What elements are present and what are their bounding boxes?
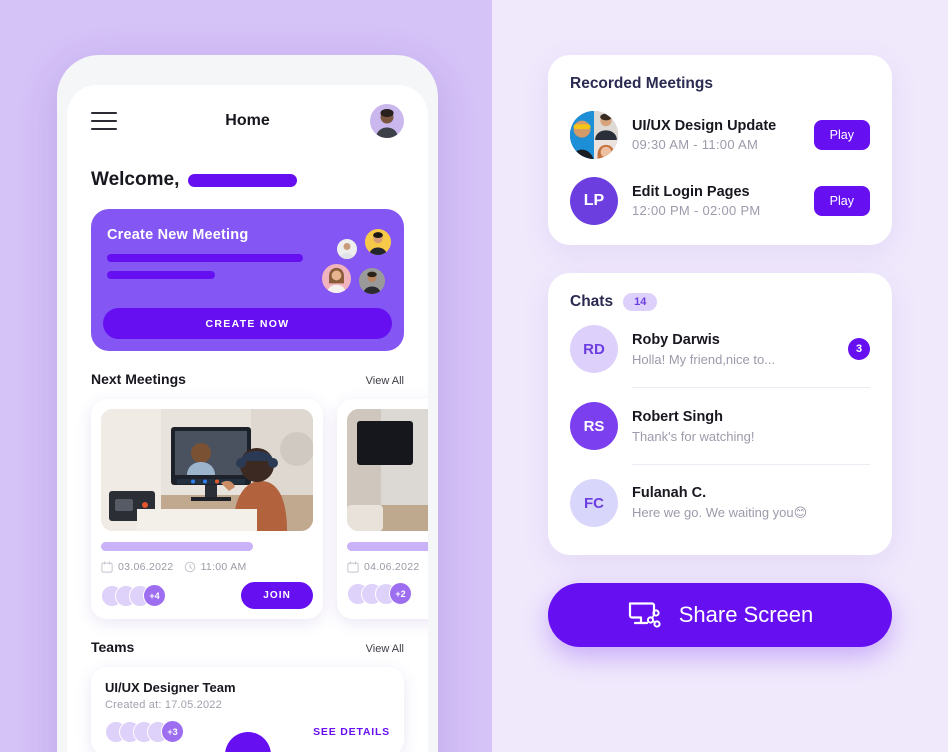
placeholder-bar-2 xyxy=(107,271,215,279)
next-meetings-title: Next Meetings xyxy=(91,371,186,387)
team-name: UI/UX Designer Team xyxy=(105,680,236,695)
collage-tile-2 xyxy=(591,111,618,140)
meeting-time: 11:00 AM xyxy=(184,561,247,573)
meeting-collage-avatar xyxy=(570,111,618,159)
participant-avatar-3 xyxy=(320,262,353,295)
recorded-meetings-panel: Recorded Meetings UI/UX Design Update 09… xyxy=(548,55,892,245)
meeting-time-text: 11:00 AM xyxy=(200,561,247,573)
next-meetings-header: Next Meetings View All xyxy=(91,371,404,387)
chat-preview-message: Holla! My friend,nice to... xyxy=(632,351,776,367)
screen-share-icon xyxy=(628,602,661,628)
meeting-member-stack: +2 xyxy=(347,582,412,605)
meeting-date-text: 03.06.2022 xyxy=(118,561,174,573)
chat-list-item[interactable]: RD Roby Darwis Holla! My friend,nice to.… xyxy=(570,311,870,387)
chat-preview-message: Thank's for watching! xyxy=(632,428,755,444)
recorded-meeting-name: UI/UX Design Update xyxy=(632,118,777,134)
avatar-illustration xyxy=(376,109,398,138)
play-recording-button[interactable]: Play xyxy=(813,120,870,150)
placeholder-bar-1 xyxy=(107,254,303,262)
recorded-meeting-info: Edit Login Pages 12:00 PM - 02:00 PM xyxy=(632,184,800,218)
chat-preview-message: Here we go. We waiting you😊 xyxy=(632,505,808,520)
welcome-label: Welcome, xyxy=(91,169,180,190)
calendar-icon xyxy=(347,561,359,573)
teams-title: Teams xyxy=(91,639,135,655)
chat-list-item[interactable]: FC Fulanah C. Here we go. We waiting you… xyxy=(570,465,870,541)
meeting-card[interactable]: 04.06.2022 +2 xyxy=(337,399,428,619)
meeting-date-text: 04.06.2022 xyxy=(364,561,420,573)
participant-avatar-cluster xyxy=(318,227,393,299)
welcome-row: Welcome, xyxy=(91,169,404,191)
avatar-collage xyxy=(570,111,618,159)
share-screen-button[interactable]: Share Screen xyxy=(548,583,892,647)
meeting-date: 04.06.2022 xyxy=(347,561,420,573)
video-call-photo xyxy=(101,409,313,531)
meeting-meta: 04.06.2022 xyxy=(347,561,428,573)
right-column: Recorded Meetings UI/UX Design Update 09… xyxy=(548,0,892,647)
chats-header: Chats 14 xyxy=(570,293,870,311)
next-meetings-view-all[interactable]: View All xyxy=(366,375,404,387)
chat-avatar: FC xyxy=(570,479,618,527)
meeting-footer: +2 xyxy=(347,582,428,605)
chat-contact-name: Fulanah C. xyxy=(632,485,707,501)
meeting-thumbnail xyxy=(347,409,428,531)
member-overflow-count: +4 xyxy=(143,584,166,607)
chat-unread-badge: 3 xyxy=(848,338,870,360)
chats-panel: Chats 14 RD Roby Darwis Holla! My friend… xyxy=(548,273,892,555)
meeting-title-placeholder xyxy=(347,542,428,551)
meeting-thumbnail xyxy=(101,409,313,531)
chat-info: Robert Singh Thank's for watching! xyxy=(632,409,870,444)
recorded-meeting-time: 12:00 PM - 02:00 PM xyxy=(632,203,761,218)
recorded-meeting-row[interactable]: UI/UX Design Update 09:30 AM - 11:00 AM … xyxy=(570,111,870,159)
teams-header: Teams View All xyxy=(91,639,404,655)
participant-avatar-4 xyxy=(357,266,387,296)
username-placeholder-bar xyxy=(188,173,298,187)
participant-avatar-1 xyxy=(335,237,359,261)
chat-contact-name: Roby Darwis xyxy=(632,331,720,348)
phone-mockup: Home Welcome, Create New Meeting CREATE … xyxy=(57,55,438,752)
chats-title: Chats xyxy=(570,293,614,310)
meeting-meta: 03.06.2022 11:00 AM xyxy=(101,561,313,573)
participant-avatar-2 xyxy=(363,227,393,257)
collage-tile-1 xyxy=(570,111,597,159)
recorded-meeting-info: UI/UX Design Update 09:30 AM - 11:00 AM xyxy=(632,118,800,152)
play-recording-button[interactable]: Play xyxy=(813,186,870,216)
team-member-stack: +3 xyxy=(105,720,184,743)
meeting-member-stack: +4 xyxy=(101,584,166,607)
chats-count-badge: 14 xyxy=(623,293,658,311)
chat-avatar: RS xyxy=(570,402,618,450)
teams-view-all[interactable]: View All xyxy=(366,643,404,655)
chat-avatar: RD xyxy=(570,325,618,373)
user-avatar[interactable] xyxy=(370,104,404,138)
app-header: Home xyxy=(91,85,404,157)
member-overflow-count: +2 xyxy=(389,582,412,605)
hamburger-menu-icon[interactable] xyxy=(91,106,117,135)
meeting-footer: +4 JOIN xyxy=(101,582,313,609)
member-overflow-count: +3 xyxy=(161,720,184,743)
next-meetings-list: 03.06.2022 11:00 AM +4 JOIN 04.06.2022 +… xyxy=(91,399,428,619)
phone-screen: Home Welcome, Create New Meeting CREATE … xyxy=(67,85,428,752)
recorded-meeting-time: 09:30 AM - 11:00 AM xyxy=(632,137,759,152)
recorded-meetings-title: Recorded Meetings xyxy=(570,75,713,92)
chat-info: Fulanah C. Here we go. We waiting you😊 xyxy=(632,485,870,521)
office-photo xyxy=(347,409,428,531)
collage-tile-3 xyxy=(591,140,618,159)
recorded-meeting-name: Edit Login Pages xyxy=(632,184,750,200)
meeting-initials-avatar: LP xyxy=(570,177,618,225)
team-card[interactable]: UI/UX Designer Team Created at: 17.05.20… xyxy=(91,667,404,752)
see-details-link[interactable]: SEE DETAILS xyxy=(313,726,390,738)
meeting-title-placeholder xyxy=(101,542,253,551)
share-screen-label: Share Screen xyxy=(678,602,814,627)
team-created-at: Created at: 17.05.2022 xyxy=(105,699,222,711)
create-meeting-card: Create New Meeting CREATE NOW xyxy=(91,209,404,351)
clock-icon xyxy=(184,561,195,573)
chat-contact-name: Robert Singh xyxy=(632,408,724,425)
meeting-card[interactable]: 03.06.2022 11:00 AM +4 JOIN xyxy=(91,399,323,619)
calendar-icon xyxy=(101,561,113,573)
recorded-meeting-row[interactable]: LP Edit Login Pages 12:00 PM - 02:00 PM … xyxy=(570,177,870,225)
join-meeting-button[interactable]: JOIN xyxy=(241,582,313,609)
chat-list-item[interactable]: RS Robert Singh Thank's for watching! xyxy=(570,388,870,464)
meeting-date: 03.06.2022 xyxy=(101,561,174,573)
chat-info: Roby Darwis Holla! My friend,nice to... xyxy=(632,332,834,367)
create-now-button[interactable]: CREATE NOW xyxy=(103,308,392,339)
